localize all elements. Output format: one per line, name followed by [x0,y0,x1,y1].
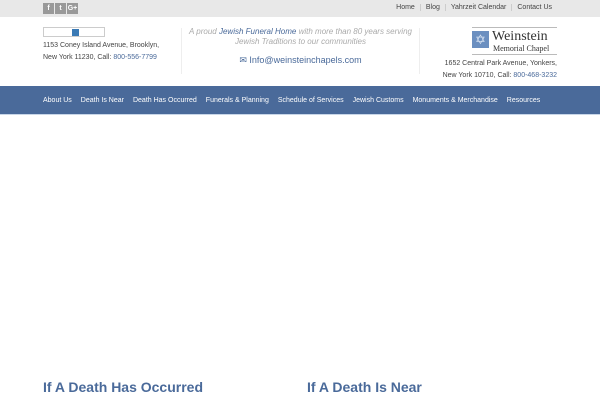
address-line: New York 11230, Call: [43,54,114,61]
address-line: New York 10710, Call: [442,72,514,79]
top-bar: f t G+ Home Blog Yahrzeit Calendar Conta… [0,0,600,17]
top-links: Home Blog Yahrzeit Calendar Contact Us [391,4,557,11]
top-link-home[interactable]: Home [391,4,420,11]
section-heading-death-near: If A Death Is Near [307,379,422,395]
star-of-david-icon: ✡ [472,31,489,48]
address-line: 1652 Central Park Avenue, Yonkers, [444,60,557,67]
brooklyn-address: 1153 Coney Island Avenue, Brooklyn, New … [43,40,159,64]
nav-jewish-customs[interactable]: Jewish Customs [353,97,404,104]
top-link-yahrzeit[interactable]: Yahrzeit Calendar [444,4,512,11]
main-nav: About Us Death Is Near Death Has Occurre… [0,86,600,115]
nav-schedule-of-services[interactable]: Schedule of Services [278,97,344,104]
twitter-icon[interactable]: t [55,3,66,14]
facebook-icon[interactable]: f [43,3,54,14]
address-line: 1153 Coney Island Avenue, Brooklyn, [43,42,160,49]
nav-death-is-near[interactable]: Death Is Near [81,97,124,104]
email-link[interactable]: ✉ Info@weinsteinchapels.com [183,55,418,66]
tagline: A proud Jewish Funeral Home with more th… [183,27,418,47]
tagline-text: Jewish Traditions to our communities [234,37,366,46]
envelope-icon: ✉ [239,55,250,65]
section-heading-death-occurred: If A Death Has Occurred [43,379,204,395]
tagline-link[interactable]: Jewish Funeral Home [219,27,296,36]
search-input[interactable] [43,27,105,37]
top-link-contact[interactable]: Contact Us [511,4,557,11]
search-icon[interactable] [72,29,79,36]
brooklyn-phone-link[interactable]: 800-556-7799 [113,54,157,61]
email-text[interactable]: Info@weinsteinchapels.com [249,55,361,65]
top-link-blog[interactable]: Blog [419,4,445,11]
nav-monuments-merchandise[interactable]: Monuments & Merchandise [413,97,498,104]
yonkers-phone-link[interactable]: 800-468-3232 [513,72,557,79]
yonkers-address: 1652 Central Park Avenue, Yonkers, New Y… [443,58,557,82]
tagline-text: with more than 80 years serving [296,27,412,36]
tagline-text: A proud [189,27,219,36]
nav-about-us[interactable]: About Us [43,97,72,104]
nav-death-has-occurred[interactable]: Death Has Occurred [133,97,197,104]
nav-funerals-planning[interactable]: Funerals & Planning [206,97,269,104]
divider [181,28,182,74]
nav-resources[interactable]: Resources [507,97,540,104]
google-plus-icon[interactable]: G+ [67,3,78,14]
logo[interactable]: ✡ Weinstein Memorial Chapel [472,27,557,55]
logo-subname: Memorial Chapel [493,44,550,53]
divider [419,28,420,74]
logo-name: Weinstein [492,29,548,44]
